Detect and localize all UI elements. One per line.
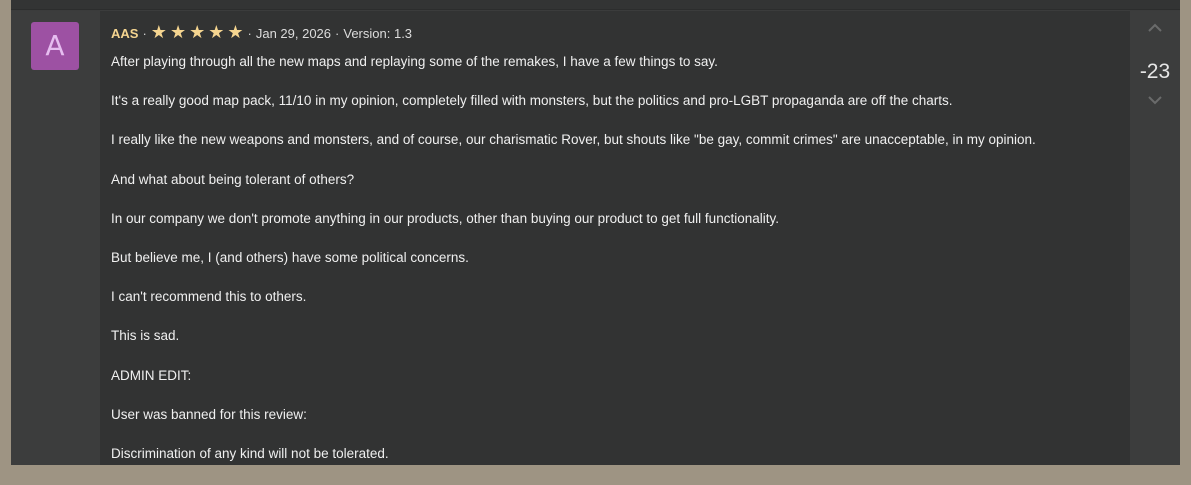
star-icon: ★ xyxy=(227,22,244,43)
review-paragraph: I can't recommend this to others. xyxy=(111,289,307,305)
review-paragraph: But believe me, I (and others) have some… xyxy=(111,249,469,265)
avatar-column: A xyxy=(11,11,100,465)
meta-separator: · xyxy=(247,25,252,41)
review-meta: AAS · ★ ★ ★ ★ ★ · Jan 29, 2026 · Version… xyxy=(111,24,412,42)
review-paragraph: It's a really good map pack, 11/10 in my… xyxy=(111,93,953,109)
review-author[interactable]: AAS xyxy=(111,26,138,41)
meta-separator: · xyxy=(335,25,340,41)
review-paragraph: In our company we don't promote anything… xyxy=(111,210,779,226)
review-paragraph: And what about being tolerant of others? xyxy=(111,171,355,187)
review-paragraph: ADMIN EDIT: xyxy=(111,367,192,383)
review-body: After playing through all the new maps a… xyxy=(111,54,1111,485)
star-icon: ★ xyxy=(169,22,187,43)
downvote-button[interactable] xyxy=(1130,95,1180,115)
vote-score: -23 xyxy=(1139,60,1171,83)
review-paragraph: Discrimination of any kind will not be t… xyxy=(111,445,389,461)
avatar[interactable]: A xyxy=(31,22,79,70)
review-card: A AAS · ★ ★ ★ ★ ★ · Jan 29, 2026 · Versi… xyxy=(11,0,1180,465)
review-paragraph: This is sad. xyxy=(111,328,180,344)
meta-separator: · xyxy=(142,25,147,41)
previous-review-edge xyxy=(11,0,1180,10)
upvote-button[interactable] xyxy=(1130,23,1180,43)
chevron-down-icon xyxy=(1148,96,1162,105)
review-paragraph: After playing through all the new maps a… xyxy=(111,54,718,69)
review-date: Jan 29, 2026 xyxy=(255,25,332,41)
rating-stars: ★ ★ ★ ★ ★ xyxy=(151,24,244,42)
vote-column: -23 xyxy=(1130,11,1180,465)
review-paragraph: I really like the new weapons and monste… xyxy=(111,132,1036,148)
chevron-up-icon xyxy=(1148,23,1162,32)
star-icon: ★ xyxy=(150,22,167,43)
star-icon: ★ xyxy=(189,22,206,43)
review-content: AAS · ★ ★ ★ ★ ★ · Jan 29, 2026 · Version… xyxy=(100,11,1130,465)
review-paragraph: User was banned for this review: xyxy=(111,406,307,422)
star-icon: ★ xyxy=(208,22,225,43)
review-version: Version: 1.3 xyxy=(343,25,413,41)
